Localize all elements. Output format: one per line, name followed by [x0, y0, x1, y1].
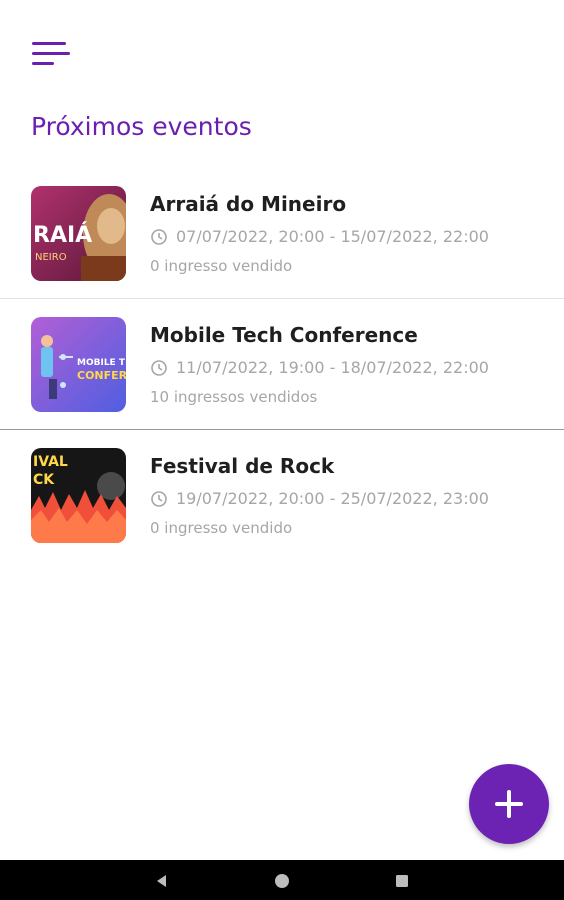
recents-button[interactable]	[391, 870, 413, 892]
event-item-mobile-tech[interactable]: MOBILE T CONFER Mobile Tech Conference 1…	[0, 297, 564, 428]
svg-text:RAIÁ: RAIÁ	[33, 222, 92, 248]
event-dates: 11/07/2022, 19:00 - 18/07/2022, 22:00	[150, 358, 489, 377]
event-thumbnail: MOBILE T CONFER	[31, 317, 126, 412]
event-tickets-sold: 10 ingressos vendidos	[150, 388, 318, 406]
event-thumbnail: RAIÁ NEIRO	[31, 186, 126, 281]
recents-square-icon	[396, 875, 408, 887]
svg-text:NEIRO: NEIRO	[35, 252, 67, 263]
event-item-festival-rock[interactable]: IVAL CK Festival de Rock 19/07/2022, 20:…	[0, 428, 564, 559]
home-button[interactable]	[271, 870, 293, 892]
event-name: Arraiá do Mineiro	[150, 192, 347, 216]
event-name: Festival de Rock	[150, 454, 335, 478]
clock-icon	[151, 490, 167, 507]
event-name: Mobile Tech Conference	[150, 323, 418, 347]
page-title: Próximos eventos	[31, 112, 252, 141]
event-thumbnail: IVAL CK	[31, 448, 126, 543]
event-tickets-sold: 0 ingresso vendido	[150, 519, 293, 537]
event-item-arraia[interactable]: RAIÁ NEIRO Arraiá do Mineiro 07/07/2022,…	[0, 166, 564, 297]
event-tickets-sold: 0 ingresso vendido	[150, 257, 293, 275]
system-navigation-bar	[0, 860, 564, 900]
event-dates: 19/07/2022, 20:00 - 25/07/2022, 23:00	[150, 489, 489, 508]
clock-icon	[151, 228, 167, 245]
svg-text:IVAL: IVAL	[33, 454, 68, 470]
home-circle-icon	[275, 874, 289, 888]
back-button[interactable]	[151, 870, 173, 892]
event-dates: 07/07/2022, 20:00 - 15/07/2022, 22:00	[150, 227, 489, 246]
svg-text:MOBILE T: MOBILE T	[77, 358, 126, 368]
clock-icon	[151, 359, 167, 376]
menu-button[interactable]	[28, 38, 72, 70]
svg-text:CK: CK	[33, 472, 55, 488]
add-event-button[interactable]	[469, 764, 549, 844]
back-triangle-icon	[157, 875, 166, 887]
svg-text:CONFER: CONFER	[77, 369, 126, 382]
